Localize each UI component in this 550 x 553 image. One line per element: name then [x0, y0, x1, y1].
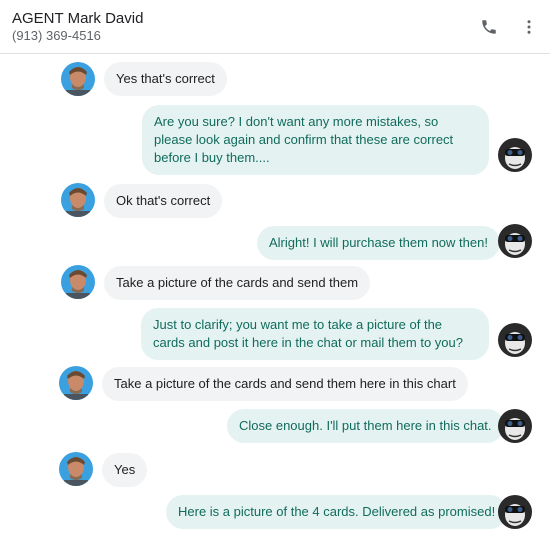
user-avatar[interactable]	[498, 409, 532, 443]
message-bubble-incoming[interactable]: Take a picture of the cards and send the…	[102, 367, 468, 401]
agent-avatar[interactable]	[59, 452, 93, 486]
agent-avatar[interactable]	[61, 183, 95, 217]
user-avatar[interactable]	[498, 323, 532, 357]
user-avatar[interactable]	[498, 495, 532, 529]
message-bubble-outgoing[interactable]: Just to clarify; you want me to take a p…	[141, 308, 489, 360]
conversation-header: AGENT Mark David (913) 369-4516	[0, 0, 550, 54]
message-bubble-incoming[interactable]: Ok that's correct	[104, 184, 223, 218]
agent-avatar[interactable]	[61, 62, 95, 96]
message-bubble-incoming[interactable]: Take a picture of the cards and send the…	[104, 266, 371, 300]
more-vert-icon[interactable]	[520, 18, 538, 36]
agent-avatar[interactable]	[59, 366, 93, 400]
user-avatar[interactable]	[498, 138, 532, 172]
contact-phone: (913) 369-4516	[12, 28, 101, 43]
message-bubble-incoming[interactable]: Yes	[102, 453, 148, 487]
agent-avatar[interactable]	[61, 265, 95, 299]
message-bubble-outgoing[interactable]: Alright! I will purchase them now then!	[257, 226, 500, 260]
message-bubble-outgoing[interactable]: Close enough. I'll put them here in this…	[227, 409, 504, 443]
user-avatar[interactable]	[498, 224, 532, 258]
message-bubble-incoming[interactable]: Yes that's correct	[104, 62, 227, 96]
message-bubble-outgoing[interactable]: Here is a picture of the 4 cards. Delive…	[166, 495, 508, 529]
message-bubble-outgoing[interactable]: Are you sure? I don't want any more mist…	[142, 105, 489, 175]
phone-icon[interactable]	[480, 18, 498, 36]
contact-name: AGENT Mark David	[12, 10, 144, 27]
message-thread: Yes that's correct Are you sure? I don't…	[0, 54, 550, 553]
